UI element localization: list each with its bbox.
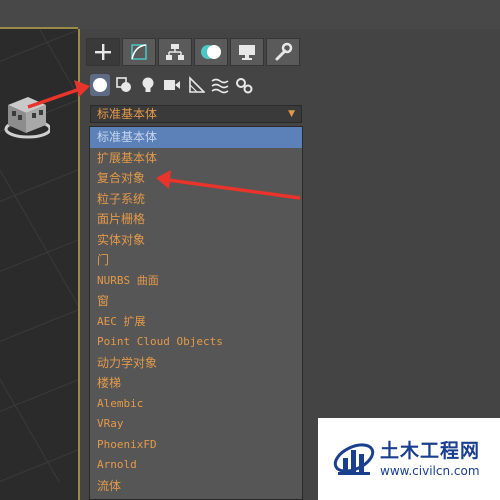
list-item[interactable]: NURBS 曲面	[90, 271, 302, 292]
list-item[interactable]: 扩展基本体	[90, 148, 302, 169]
hierarchy-icon	[166, 44, 184, 60]
category-shapes[interactable]	[114, 74, 134, 96]
category-lights[interactable]	[138, 74, 158, 96]
list-item[interactable]: 窗	[90, 291, 302, 312]
list-item[interactable]: 动力学对象	[90, 353, 302, 374]
dropdown-selected-value: 标准基本体	[97, 107, 158, 121]
light-bulb-icon	[142, 77, 154, 92]
category-geometry[interactable]	[90, 74, 110, 96]
category-helpers[interactable]	[186, 74, 206, 96]
motion-icon	[201, 45, 221, 59]
list-item[interactable]: 楼梯	[90, 373, 302, 394]
gears-icon	[236, 78, 253, 94]
grid-line	[0, 362, 78, 420]
grid-line	[0, 432, 78, 490]
list-item[interactable]: 实体对象	[90, 230, 302, 251]
grid-line	[0, 29, 78, 70]
tab-hierarchy[interactable]	[158, 38, 192, 66]
list-item[interactable]: VRay	[90, 414, 302, 435]
top-strip	[0, 0, 500, 29]
list-item[interactable]: Arnold	[90, 455, 302, 476]
sphere-icon	[93, 78, 107, 92]
space-warp-icon	[211, 78, 229, 94]
plus-icon	[95, 44, 111, 60]
create-category-icons	[90, 74, 254, 98]
category-systems[interactable]	[234, 74, 254, 96]
list-item[interactable]: PhoenixFD	[90, 435, 302, 456]
list-item[interactable]: 标准基本体	[90, 127, 302, 148]
modify-curve-icon	[131, 44, 147, 60]
watermark-title: 土木工程网	[380, 440, 481, 462]
list-item[interactable]: 面片栅格	[90, 209, 302, 230]
chevron-down-icon[interactable]: ▼	[288, 106, 295, 122]
object-type-list: 标准基本体 扩展基本体 复合对象 粒子系统 面片栅格 实体对象 门 NURBS …	[89, 126, 303, 500]
tab-motion[interactable]	[194, 38, 228, 66]
viewport[interactable]	[0, 29, 80, 500]
tab-create[interactable]	[86, 38, 120, 66]
list-item[interactable]: Alembic	[90, 394, 302, 415]
grid-line	[0, 292, 78, 350]
category-space-warps[interactable]	[210, 74, 230, 96]
tab-modify[interactable]	[122, 38, 156, 66]
object-type-dropdown[interactable]: 标准基本体 ▼	[90, 105, 302, 123]
scene-object[interactable]	[2, 91, 50, 141]
shapes-icon	[116, 77, 131, 92]
watermark: 土木工程网 www.civilcn.com	[318, 418, 500, 500]
helper-triangle-icon	[189, 76, 205, 93]
grid-line	[0, 309, 61, 483]
list-item[interactable]: 粒子系统	[90, 189, 302, 210]
tab-utilities[interactable]	[266, 38, 300, 66]
grid-line	[0, 222, 78, 280]
camera-icon	[164, 80, 180, 90]
watermark-url: www.civilcn.com	[380, 464, 480, 478]
watermark-logo-icon	[333, 443, 375, 475]
category-cameras[interactable]	[162, 74, 182, 96]
wrench-icon	[275, 42, 293, 61]
list-item[interactable]: 复合对象	[90, 168, 302, 189]
tab-display[interactable]	[230, 38, 264, 66]
list-item[interactable]: Point Cloud Objects	[90, 332, 302, 353]
monitor-icon	[239, 45, 255, 60]
list-item[interactable]: 门	[90, 250, 302, 271]
list-item[interactable]: AEC 扩展	[90, 312, 302, 333]
list-item[interactable]: 流体	[90, 476, 302, 497]
command-panel-tabs	[86, 38, 300, 66]
grid-line	[0, 152, 78, 210]
